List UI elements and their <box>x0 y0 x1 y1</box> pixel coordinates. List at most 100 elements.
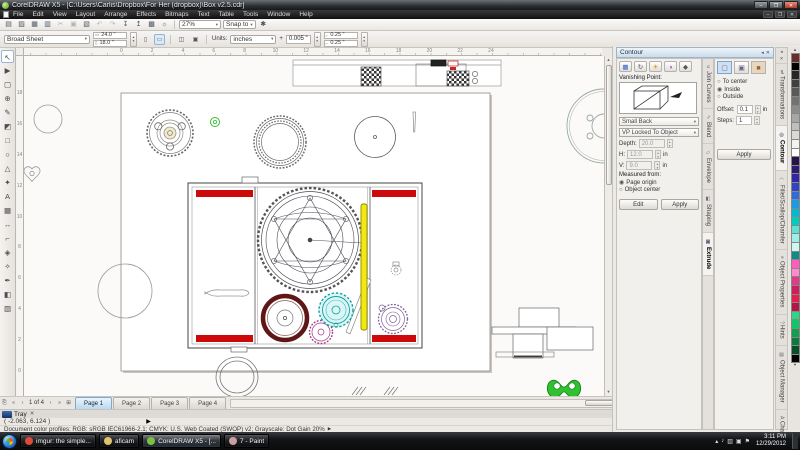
extrude-preset-icon[interactable]: ▦ <box>619 61 632 72</box>
needle-part[interactable] <box>413 112 416 132</box>
freehand-tool[interactable]: ✎ <box>1 106 14 119</box>
portrait-button[interactable]: ▯ <box>140 34 151 45</box>
flag-icon[interactable]: ⚑ <box>745 438 750 445</box>
snap-to-combo[interactable]: Snap to▾ <box>223 20 256 29</box>
menu-item[interactable]: Window <box>267 11 290 18</box>
extrude-preset-combo[interactable]: Small Back▾ <box>619 117 699 126</box>
duplicate-stepper[interactable]: ▴▾ <box>361 32 368 47</box>
page-flip-icon[interactable]: ⎘ <box>0 400 9 407</box>
smart-fill-tool[interactable]: ◩ <box>1 120 14 133</box>
zoom-level-combo[interactable]: 27%▾ <box>179 20 221 29</box>
inside-radio[interactable]: ◉ Inside <box>717 86 771 93</box>
edit-button[interactable]: Edit <box>619 199 658 210</box>
menu-item[interactable]: File <box>13 11 23 18</box>
shape-tool[interactable]: ▶ <box>1 64 14 77</box>
yellow-pendulum-bar[interactable] <box>361 204 367 330</box>
tab-fillet[interactable]: ◠Fillet/Scallop/Chamfer <box>776 171 787 251</box>
tab-transformations[interactable]: ⇄Transformations <box>776 64 787 126</box>
docker-collapse-icon[interactable]: ◂ <box>780 49 782 55</box>
depth-field[interactable]: 20.0 <box>639 139 665 148</box>
restore-button[interactable]: ❐ <box>769 1 783 9</box>
undo-button[interactable]: ↶ <box>94 20 105 30</box>
titlebar[interactable]: CorelDRAW X5 - [C:\Users\Carlis\Dropbox\… <box>0 0 800 10</box>
save-button[interactable]: ▦ <box>29 20 40 30</box>
bench-side-view[interactable] <box>492 308 593 358</box>
tray-chip[interactable]: Tray <box>2 411 27 418</box>
taskbar-folder-button[interactable]: aficam <box>99 434 139 448</box>
red-rail[interactable] <box>196 190 253 197</box>
extrude-lighting-icon[interactable]: ☀ <box>649 61 662 72</box>
vscroll-thumb[interactable] <box>606 65 612 185</box>
redo-button[interactable]: ↷ <box>107 20 118 30</box>
dimension-tool[interactable]: ↔ <box>1 218 14 231</box>
red-rail[interactable] <box>372 190 416 197</box>
table-tool[interactable]: ▦ <box>1 204 14 217</box>
page-size-preset-combo[interactable]: Broad Sheet▾ <box>4 35 90 44</box>
fill-tool[interactable]: ◧ <box>1 288 14 301</box>
steps-field[interactable]: 1 <box>736 116 752 125</box>
tab-object-manager[interactable]: ▤Object Manager <box>776 346 787 410</box>
menu-item[interactable]: Table <box>219 11 235 18</box>
vp-v-stepper[interactable]: ▴▾ <box>654 161 660 170</box>
page-dimensions[interactable]: ▭24.0 " ▯18.0 " <box>93 32 127 47</box>
extrude-apply-button[interactable]: Apply <box>661 199 700 210</box>
blend-tool[interactable]: ◈ <box>1 246 14 259</box>
duplicate-distance[interactable]: ⌐0.25 " ⌐0.25 " <box>324 32 358 47</box>
add-page-button[interactable]: ⊞ <box>64 400 73 406</box>
menu-item[interactable]: Arrange <box>104 11 127 18</box>
contour-apply-button[interactable]: Apply <box>717 149 771 160</box>
menu-item[interactable]: View <box>53 11 67 18</box>
docker-titlebar[interactable]: Contour ◂ ✕ <box>616 47 774 58</box>
loose-circle[interactable] <box>34 105 62 133</box>
vertical-ruler[interactable]: 181614121086420 <box>16 56 24 396</box>
polygon-tool[interactable]: △ <box>1 162 14 175</box>
drawing-canvas[interactable] <box>24 56 604 396</box>
taskbar-paint-button[interactable]: 7 - Paint <box>224 434 269 448</box>
page-tab-2[interactable]: Page 2 <box>113 397 150 409</box>
volume-icon[interactable]: ♪ <box>721 438 724 444</box>
heart-charm[interactable] <box>24 167 40 182</box>
application-launcher-button[interactable]: ▩ <box>146 20 157 30</box>
doc-restore-button[interactable]: ❐ <box>775 11 785 18</box>
steps-stepper[interactable]: ▴▾ <box>754 116 760 125</box>
scroll-up-icon[interactable]: ▲ <box>605 56 612 64</box>
offset-stepper[interactable]: ▴▾ <box>755 105 761 114</box>
vp-v-field[interactable]: 9.0 <box>626 161 652 170</box>
contour-outside-icon[interactable]: ■ <box>751 61 766 74</box>
welcome-screen-button[interactable]: ☼ <box>159 20 170 30</box>
last-page-button[interactable]: » <box>55 400 64 406</box>
outline-pen-tool[interactable]: ✒ <box>1 274 14 287</box>
taskbar-clock[interactable]: 3:11 PM 12/29/2012 <box>756 434 786 448</box>
all-pages-button[interactable]: ◫ <box>176 34 187 45</box>
export-button[interactable]: ↥ <box>133 20 144 30</box>
tab-hints[interactable]: ?Hints <box>776 315 787 346</box>
interactive-fill-tool[interactable]: ▧ <box>1 302 14 315</box>
page-tab-4[interactable]: Page 4 <box>189 397 226 409</box>
menu-item[interactable]: Effects <box>136 11 156 18</box>
horizontal-ruler[interactable]: 024681012141618202224 <box>24 48 602 56</box>
red-rail[interactable] <box>196 335 253 342</box>
ellipse-tool[interactable]: ○ <box>1 148 14 161</box>
minimize-button[interactable]: – <box>754 1 768 9</box>
doc-minimize-button[interactable]: – <box>763 11 773 18</box>
nudge-field[interactable]: 0.005 " <box>286 35 311 44</box>
current-page-button[interactable]: ▣ <box>190 34 201 45</box>
network-icon[interactable]: ▥ <box>727 438 733 445</box>
import-button[interactable]: ↧ <box>120 20 131 30</box>
menu-item[interactable]: Help <box>299 11 312 18</box>
tab-blend[interactable]: ∿Blend <box>703 109 713 144</box>
basic-shapes-tool[interactable]: ✦ <box>1 176 14 189</box>
tab-envelope[interactable]: ▱Envelope <box>703 144 713 190</box>
tab-contour[interactable]: ◎Contour <box>776 126 787 170</box>
cross-section-drawing[interactable] <box>293 60 501 86</box>
object-center-radio[interactable]: ○ Object center <box>619 187 699 193</box>
crop-tool[interactable]: ▢ <box>1 78 14 91</box>
offset-field[interactable]: 0.1 <box>737 105 753 114</box>
vp-h-stepper[interactable]: ▴▾ <box>655 150 661 159</box>
menu-item[interactable]: Edit <box>32 11 43 18</box>
taskbar-coreldraw-button[interactable]: CorelDRAW X5 - [... <box>142 434 221 448</box>
tray-close-icon[interactable]: ✕ <box>30 411 35 417</box>
vertical-scrollbar[interactable]: ▲ ▼ <box>604 56 612 396</box>
start-button[interactable] <box>2 434 17 449</box>
menu-item[interactable]: Text <box>198 11 210 18</box>
